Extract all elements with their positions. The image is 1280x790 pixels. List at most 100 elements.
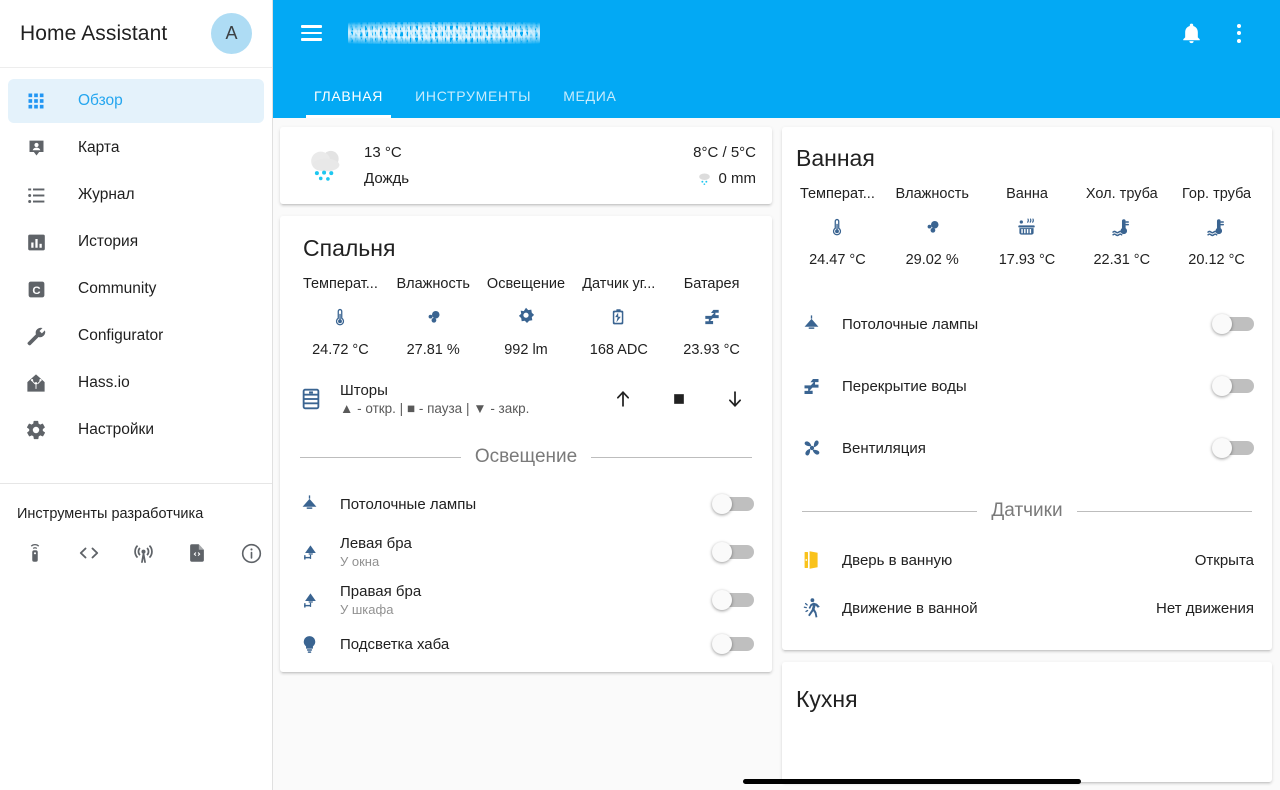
- sensor-temperature[interactable]: Температ... 24.47 °C: [790, 186, 885, 268]
- toggle-switch[interactable]: [712, 494, 754, 514]
- sensor-battery[interactable]: Батарея 23.93 °C: [665, 276, 758, 358]
- sidebar-item-label: Карта: [78, 139, 120, 156]
- weather-forecast: 8°C / 5°C 0 mm: [693, 144, 756, 187]
- light-row-ceiling[interactable]: Потолочные лампы: [280, 480, 772, 528]
- sidebar-item-nastroyki[interactable]: Настройки: [8, 408, 264, 452]
- sensor-humidity[interactable]: Влажность 27.81 %: [387, 276, 480, 358]
- sensor-label: Ванна: [1006, 186, 1048, 202]
- binary-sensor-row-motion[interactable]: Движение в ванной Нет движения: [782, 584, 1272, 632]
- rain-small-icon: [696, 170, 713, 187]
- motion-walk-icon: [800, 596, 842, 620]
- control-row-ventilation[interactable]: Вентиляция: [782, 424, 1272, 472]
- hot-tub-icon: [1015, 215, 1038, 239]
- kitchen-card: Кухня: [782, 662, 1272, 782]
- door-open-icon: [800, 548, 842, 572]
- arrow-up-icon[interactable]: [610, 386, 636, 412]
- hassio-home-icon: [20, 372, 52, 394]
- section-lighting: Освещение: [280, 430, 772, 480]
- main-area: ГЛАВНАЯ ИНСТРУМЕНТЫ МЕДИА 13 °C Дождь 8°…: [273, 0, 1280, 790]
- chart-bar-icon: [20, 232, 52, 253]
- services-remote-icon[interactable]: [20, 538, 50, 568]
- sidebar-item-label: Community: [78, 280, 157, 297]
- tab-glavnaya[interactable]: ГЛАВНАЯ: [298, 88, 399, 118]
- info-icon[interactable]: [236, 538, 266, 568]
- light-control: [712, 634, 754, 654]
- avatar[interactable]: A: [211, 13, 252, 54]
- sensor-temperature[interactable]: Температ... 24.72 °C: [294, 276, 387, 358]
- code-brackets-icon[interactable]: [74, 538, 104, 568]
- bell-icon[interactable]: [1174, 16, 1208, 50]
- light-name: Потолочные лампы: [340, 495, 477, 513]
- hamburger-icon[interactable]: [291, 13, 331, 53]
- stop-square-icon[interactable]: [666, 386, 692, 412]
- events-broadcast-icon[interactable]: [128, 538, 158, 568]
- sensor-value: 24.72 °C: [312, 342, 369, 358]
- sidebar-header: Home Assistant A: [0, 0, 272, 68]
- toggle-switch[interactable]: [712, 634, 754, 654]
- sensor-label: Температ...: [799, 186, 875, 202]
- tab-media[interactable]: МЕДИА: [547, 88, 632, 118]
- sidebar-item-zhurnal[interactable]: Журнал: [8, 173, 264, 217]
- control-toggle-wrap: [1212, 438, 1254, 458]
- sensor-hot-pipe[interactable]: Гор. труба 20.12 °C: [1169, 186, 1264, 268]
- weather-main: 13 °C Дождь: [364, 144, 409, 187]
- svg-text:C: C: [32, 284, 40, 296]
- arrow-down-icon[interactable]: [722, 386, 748, 412]
- bathroom-card: Ванная Температ... 24.47 °C Влажность 29…: [782, 127, 1272, 650]
- sensor-value: 20.12 °C: [1188, 252, 1245, 268]
- template-file-icon[interactable]: [182, 538, 212, 568]
- grid-icon: [20, 91, 52, 111]
- control-row-ceiling-lamps[interactable]: Потолочные лампы: [782, 300, 1272, 348]
- light-row-right-sconce[interactable]: Правая бра У шкафа: [280, 576, 772, 624]
- cover-name: Шторы: [340, 382, 388, 399]
- control-text: Потолочные лампы: [842, 316, 978, 333]
- toggle-switch[interactable]: [712, 542, 754, 562]
- control-row-water-valve[interactable]: Перекрытие воды: [782, 362, 1272, 410]
- toggle-switch[interactable]: [1212, 314, 1254, 334]
- tab-instrumenty[interactable]: ИНСТРУМЕНТЫ: [399, 88, 547, 118]
- sidebar-item-obzor[interactable]: Обзор: [8, 79, 264, 123]
- sidebar-item-community[interactable]: C Community: [8, 267, 264, 311]
- sidebar-item-label: Журнал: [78, 186, 135, 203]
- weather-high-low: 8°C / 5°C: [693, 143, 756, 161]
- sensor-value: 29.02 %: [905, 252, 959, 268]
- light-row-hub-backlight[interactable]: Подсветка хаба: [280, 624, 772, 672]
- weather-card[interactable]: 13 °C Дождь 8°C / 5°C 0 mm: [280, 127, 772, 204]
- light-text: Левая бра У окна: [340, 535, 412, 569]
- water-thermometer-icon: [1110, 215, 1133, 239]
- light-row-left-sconce[interactable]: Левая бра У окна: [280, 528, 772, 576]
- light-name: Левая бра: [340, 535, 412, 552]
- sidebar-item-istoriya[interactable]: История: [8, 220, 264, 264]
- sensor-bath[interactable]: Ванна 17.93 °C: [980, 186, 1075, 268]
- sidebar-nav: Обзор Карта Журнал История C Community C…: [0, 68, 272, 455]
- cover-hint: ▲ - откр. | ■ - пауза | ▼ - закр.: [340, 401, 530, 416]
- sidebar-item-configurator[interactable]: Configurator: [8, 314, 264, 358]
- brightness-icon: [514, 305, 538, 329]
- toggle-switch[interactable]: [1212, 376, 1254, 396]
- light-control: [712, 590, 754, 610]
- sensor-cold-pipe[interactable]: Хол. труба 22.31 °C: [1074, 186, 1169, 268]
- toggle-switch[interactable]: [712, 590, 754, 610]
- binary-sensor-row-door[interactable]: Дверь в ванную Открыта: [782, 536, 1272, 584]
- toggle-switch[interactable]: [1212, 438, 1254, 458]
- sensor-gas[interactable]: Датчик уг... 168 ADC: [572, 276, 665, 358]
- section-title: Освещение: [474, 446, 578, 467]
- sensor-humidity[interactable]: Влажность 29.02 %: [885, 186, 980, 268]
- flash-zigzag-icon: [701, 305, 723, 329]
- light-sub: У окна: [340, 554, 380, 569]
- cover-controls: [610, 386, 754, 412]
- list-icon: [20, 185, 52, 206]
- sidebar-item-hassio[interactable]: Hass.io: [8, 361, 264, 405]
- sidebar-item-label: Hass.io: [78, 374, 130, 391]
- control-name: Перекрытие воды: [842, 377, 967, 395]
- cover-row-shtory[interactable]: Шторы ▲ - откр. | ■ - пауза | ▼ - закр.: [280, 368, 772, 430]
- bathroom-title: Ванная: [796, 145, 875, 171]
- sensor-value: 23.93 °C: [683, 342, 740, 358]
- sensor-illuminance[interactable]: Освещение 992 lm: [480, 276, 573, 358]
- light-text: Подсветка хаба: [340, 636, 449, 653]
- sidebar-item-karta[interactable]: Карта: [8, 126, 264, 170]
- kitchen-title: Кухня: [796, 686, 858, 712]
- binary-sensor-state: Открыта: [1194, 551, 1254, 569]
- divider-left: [802, 510, 978, 512]
- overflow-menu-icon[interactable]: [1222, 16, 1256, 50]
